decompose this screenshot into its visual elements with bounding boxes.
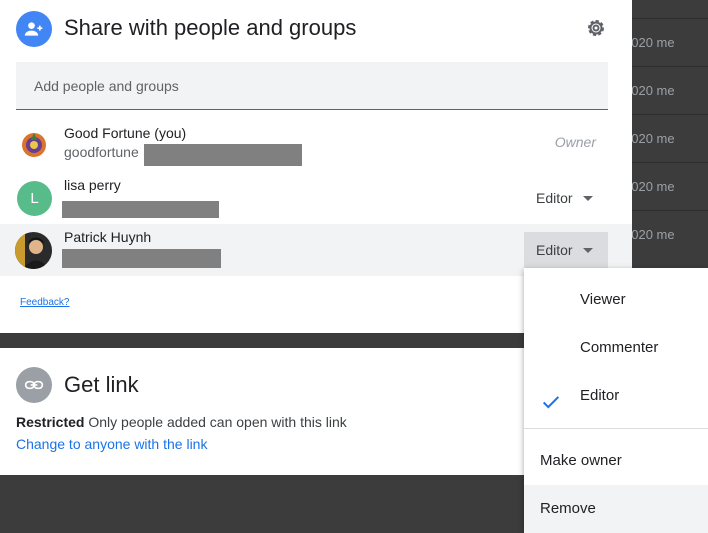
role-dropdown[interactable]: Editor bbox=[524, 232, 608, 268]
menu-item-make-owner[interactable]: Make owner bbox=[524, 437, 708, 485]
person-email: goodfortune bbox=[64, 144, 139, 160]
link-icon bbox=[16, 367, 52, 403]
restricted-description: Only people added can open with this lin… bbox=[88, 414, 347, 430]
role-menu: Viewer Commenter Editor Make owner Remov… bbox=[524, 268, 708, 533]
avatar bbox=[17, 128, 51, 162]
gear-icon[interactable] bbox=[583, 15, 609, 41]
menu-item-remove[interactable]: Remove bbox=[524, 485, 708, 533]
feedback-link[interactable]: Feedback? bbox=[20, 297, 69, 308]
person-name: lisa perry bbox=[64, 177, 121, 193]
redacted-email bbox=[144, 144, 302, 166]
background-row: 2020 me bbox=[624, 210, 708, 259]
menu-item-commenter[interactable]: Commenter bbox=[524, 324, 708, 372]
caret-down-icon bbox=[582, 247, 593, 253]
role-dropdown[interactable]: Editor bbox=[524, 180, 608, 216]
background-row: 2020 me bbox=[624, 114, 708, 163]
add-people-input[interactable] bbox=[16, 62, 608, 109]
checkmark-icon bbox=[540, 385, 562, 409]
restricted-label: Restricted bbox=[16, 414, 85, 430]
avatar bbox=[15, 232, 52, 269]
owner-label: Owner bbox=[554, 134, 596, 150]
menu-divider bbox=[524, 428, 708, 429]
link-restriction-text: Restricted Only people added can open wi… bbox=[16, 414, 347, 430]
redacted-email bbox=[62, 201, 219, 218]
background-row: 2020 me bbox=[624, 66, 708, 115]
redacted-email bbox=[62, 249, 221, 268]
person-row-lisa: L lisa perry Editor bbox=[0, 172, 632, 224]
avatar: L bbox=[17, 181, 52, 216]
person-row-owner: Good Fortune (you) goodfortune Owner bbox=[0, 120, 632, 172]
menu-item-editor[interactable]: Editor bbox=[524, 372, 708, 420]
add-people-field[interactable] bbox=[16, 62, 608, 110]
get-link-title: Get link bbox=[64, 372, 139, 397]
person-name: Patrick Huynh bbox=[64, 229, 152, 245]
menu-item-viewer[interactable]: Viewer bbox=[524, 276, 708, 324]
change-link-access[interactable]: Change to anyone with the link bbox=[16, 436, 207, 452]
person-add-icon bbox=[16, 11, 52, 47]
person-name: Good Fortune (you) bbox=[64, 125, 187, 141]
caret-down-icon bbox=[582, 195, 593, 201]
background-row: 2020 me bbox=[624, 162, 708, 211]
background-row: 2020 me bbox=[624, 18, 708, 67]
dialog-title: Share with people and groups bbox=[64, 15, 357, 40]
